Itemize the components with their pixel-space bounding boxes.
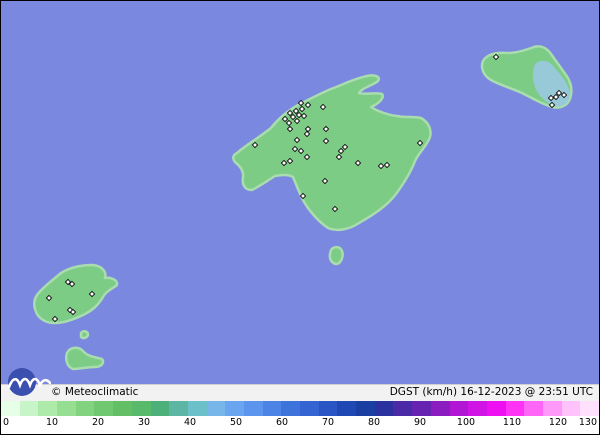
scale-swatch	[356, 401, 375, 416]
scale-swatch	[300, 401, 319, 416]
scale-ticks: 0 10 20 30 40 50 60 70 80 90 100 110 120 130	[1, 417, 599, 434]
scale-tick-label: 30	[137, 417, 151, 428]
scale-swatch	[150, 401, 170, 416]
scale-tick-label: 100	[456, 417, 476, 428]
scale-swatch	[542, 401, 562, 416]
scale-tick-label: 60	[275, 417, 289, 428]
scale-swatch	[38, 401, 58, 416]
scale-tick-label: 10	[45, 417, 59, 428]
scale-swatch	[486, 401, 506, 416]
scale-swatch	[393, 401, 413, 416]
scale-swatch	[430, 401, 450, 416]
scale-swatch	[225, 401, 244, 416]
map-caption: DGST (km/h) 16-12-2023 @ 23:51 UTC	[389, 386, 593, 398]
brand-label: © Meteoclimatic	[51, 386, 139, 398]
scale-swatch	[412, 401, 431, 416]
weather-map-window: © Meteoclimatic DGST (km/h) 16-12-2023 @…	[0, 0, 600, 435]
scale-swatch	[187, 401, 207, 416]
scale-swatch	[468, 401, 487, 416]
scale-swatch	[75, 401, 95, 416]
scale-swatch	[262, 401, 282, 416]
scale-swatch	[1, 401, 20, 416]
scale-tick-label: 90	[413, 417, 427, 428]
scale-swatch	[243, 401, 263, 416]
scale-tick-label: 130	[578, 417, 597, 428]
scale-swatch	[561, 401, 581, 416]
meteoclimatic-logo	[7, 368, 51, 396]
scale-swatch	[449, 401, 469, 416]
color-scale	[1, 401, 599, 416]
scale-swatch	[206, 401, 226, 416]
map-canvas	[1, 1, 599, 401]
scale-swatch	[94, 401, 114, 416]
scale-swatch	[19, 401, 39, 416]
scale-tick-label: 70	[321, 417, 335, 428]
scale-swatch	[57, 401, 76, 416]
scale-tick-label: 20	[91, 417, 105, 428]
scale-swatch	[113, 401, 132, 416]
scale-tick-label: 0	[3, 417, 10, 428]
scale-tick-label: 80	[367, 417, 381, 428]
scale-swatch	[580, 401, 599, 416]
scale-swatch	[505, 401, 525, 416]
scale-swatch	[131, 401, 151, 416]
scale-tick-label: 120	[548, 417, 568, 428]
scale-swatch	[281, 401, 300, 416]
scale-tick-label: 40	[183, 417, 197, 428]
scale-swatch	[169, 401, 188, 416]
scale-tick-label: 110	[502, 417, 522, 428]
scale-swatch	[337, 401, 357, 416]
scale-tick-label: 50	[229, 417, 243, 428]
scale-swatch	[524, 401, 543, 416]
island-cabrera	[328, 245, 344, 266]
scale-swatch	[374, 401, 394, 416]
scale-swatch	[318, 401, 338, 416]
islet-espalmador	[79, 330, 90, 340]
